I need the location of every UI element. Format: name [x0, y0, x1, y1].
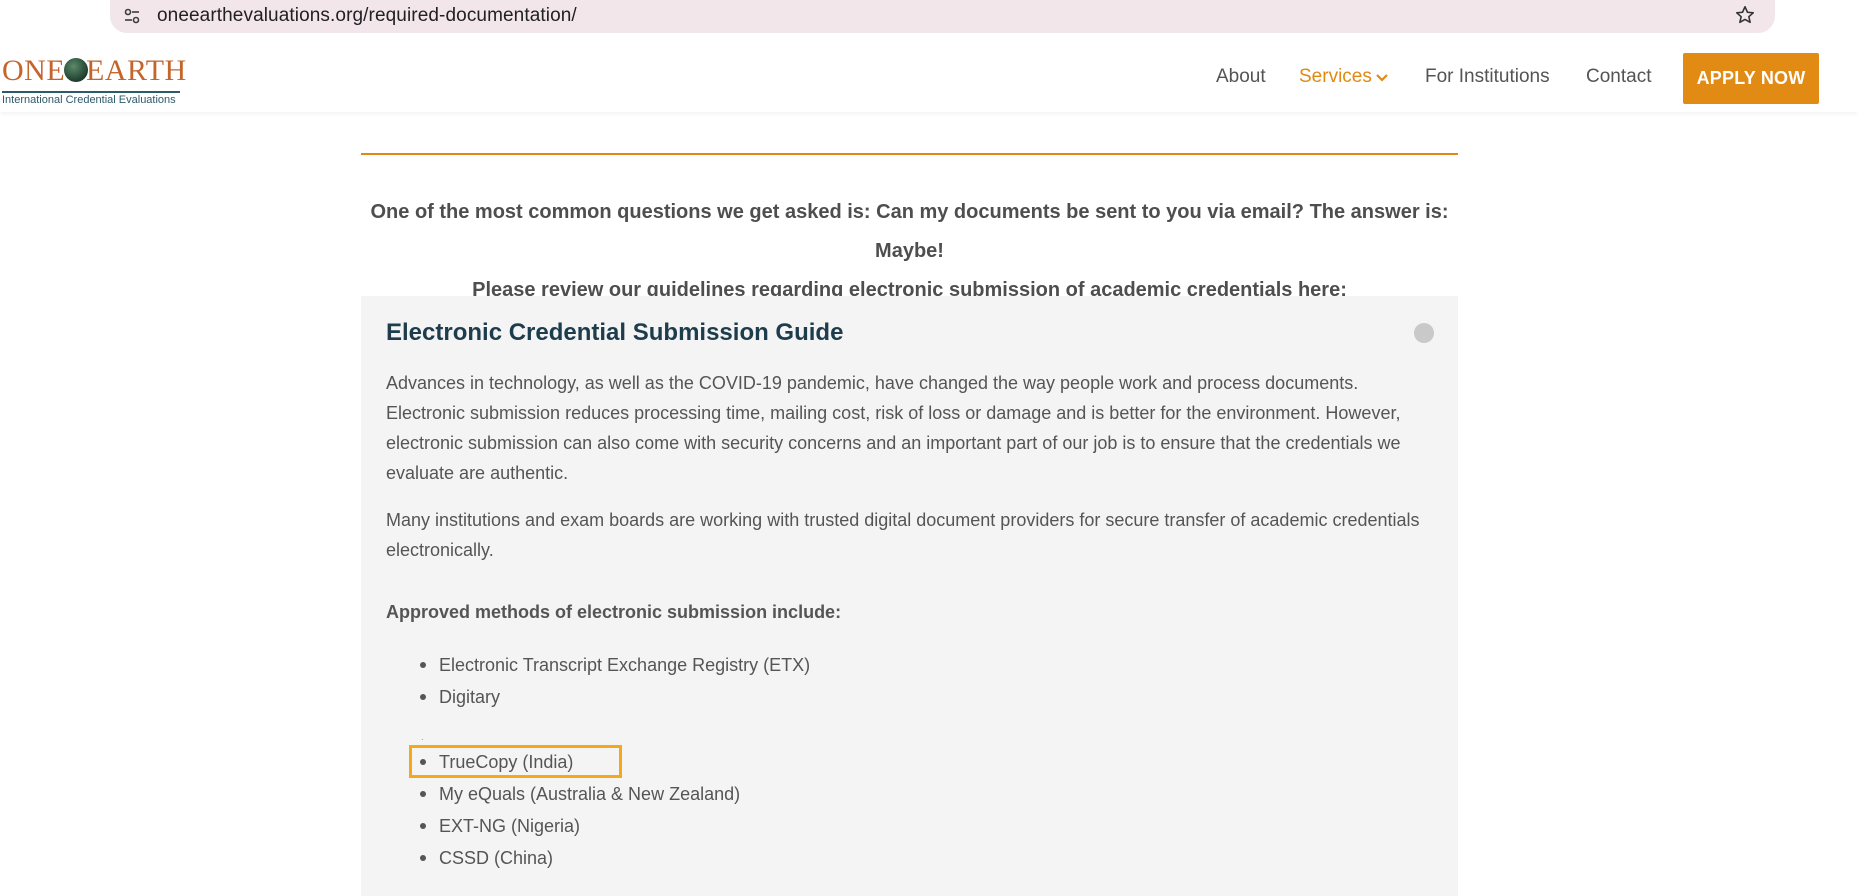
method-label: My eQuals (Australia & New Zealand) [439, 784, 741, 804]
accordion-title[interactable]: Electronic Credential Submission Guide [386, 319, 843, 347]
nav-item-for-institutions[interactable]: For Institutions [1425, 66, 1550, 88]
accordion-body: Advances in technology, as well as the C… [386, 368, 1436, 582]
apply-now-button[interactable]: APPLY NOW [1683, 53, 1819, 104]
intro-text: One of the most common questions we get … [361, 193, 1458, 310]
accordion-paragraph: Advances in technology, as well as the C… [386, 373, 1401, 483]
method-label: Digitary [439, 687, 501, 707]
intro-line-1: One of the most common questions we get … [370, 201, 1449, 262]
accordion-paragraph: Many institutions and exam boards are wo… [386, 510, 1420, 560]
bullet-icon [420, 823, 426, 829]
list-item: CSSD (China) [386, 842, 986, 874]
bullet-icon [420, 791, 426, 797]
method-label: Electronic Transcript Exchange Registry … [439, 655, 811, 675]
site-header: ONE EARTH International Credential Evalu… [0, 42, 1858, 112]
method-label: CSSD (China) [439, 848, 554, 868]
url-text[interactable]: oneearthevaluations.org/required-documen… [157, 5, 577, 27]
bullet-icon [420, 855, 426, 861]
bullet-icon [420, 694, 426, 700]
chevron-down-icon[interactable] [1375, 73, 1389, 83]
list-item: Electronic Transcript Exchange Registry … [386, 649, 986, 681]
list-item: EXT-NG (Nigeria) [386, 810, 986, 842]
methods-heading: Approved methods of electronic submissio… [386, 602, 842, 622]
highlight-annotation-box [409, 745, 622, 778]
nav-item-about[interactable]: About [1216, 66, 1266, 88]
nav-item-contact[interactable]: Contact [1586, 66, 1651, 88]
accordion-toggle-icon[interactable] [1414, 323, 1434, 343]
bookmark-star-icon[interactable] [1734, 4, 1756, 26]
submission-guide-accordion: Electronic Credential Submission Guide A… [361, 296, 1458, 896]
bullet-icon [420, 662, 426, 668]
list-item-empty: . [386, 713, 986, 746]
nav-item-services[interactable]: Services [1299, 66, 1372, 88]
main-nav: About Services For Institutions Contact … [0, 42, 1858, 112]
section-divider [361, 153, 1458, 155]
site-settings-icon[interactable] [123, 7, 141, 25]
browser-address-bar: oneearthevaluations.org/required-documen… [0, 0, 1858, 42]
list-item: Digitary [386, 681, 986, 713]
method-label: EXT-NG (Nigeria) [439, 816, 581, 836]
list-item: My eQuals (Australia & New Zealand) [386, 778, 986, 810]
